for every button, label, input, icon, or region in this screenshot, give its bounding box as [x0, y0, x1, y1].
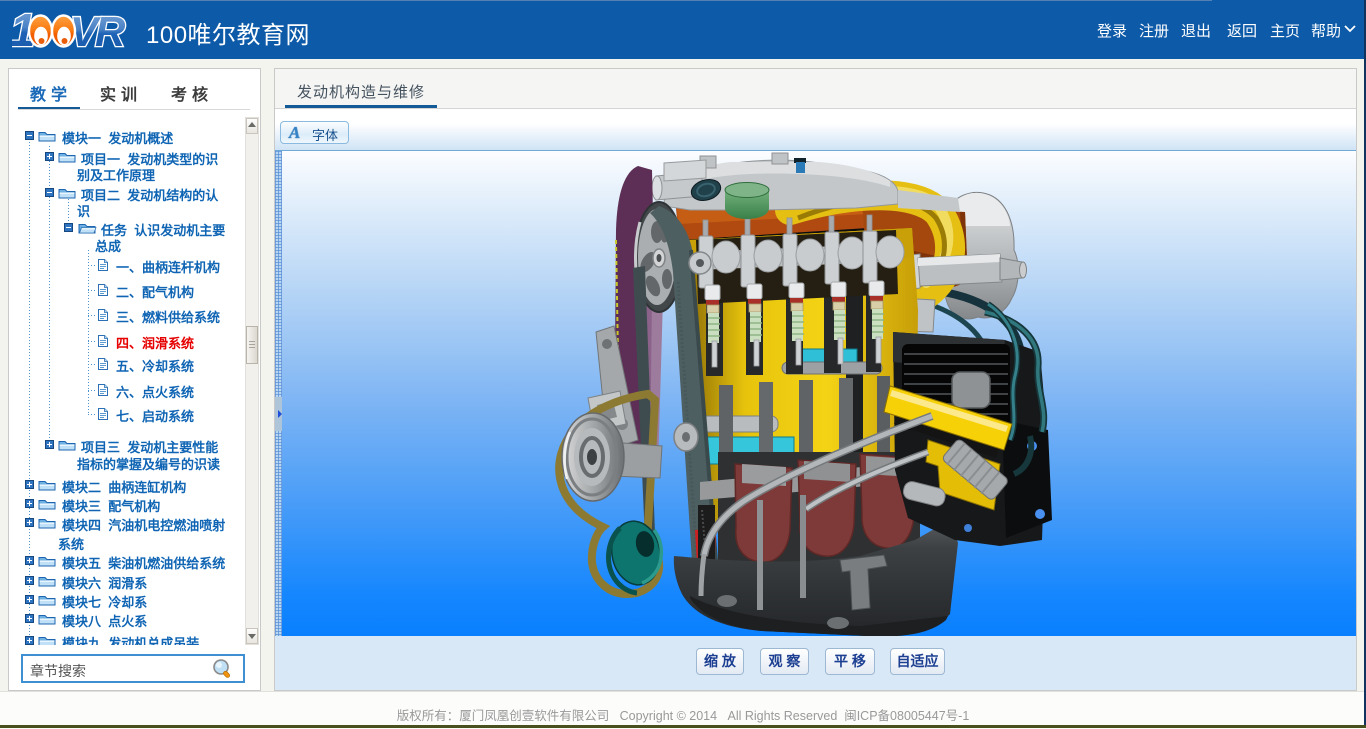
svg-text:VR: VR: [70, 8, 126, 52]
